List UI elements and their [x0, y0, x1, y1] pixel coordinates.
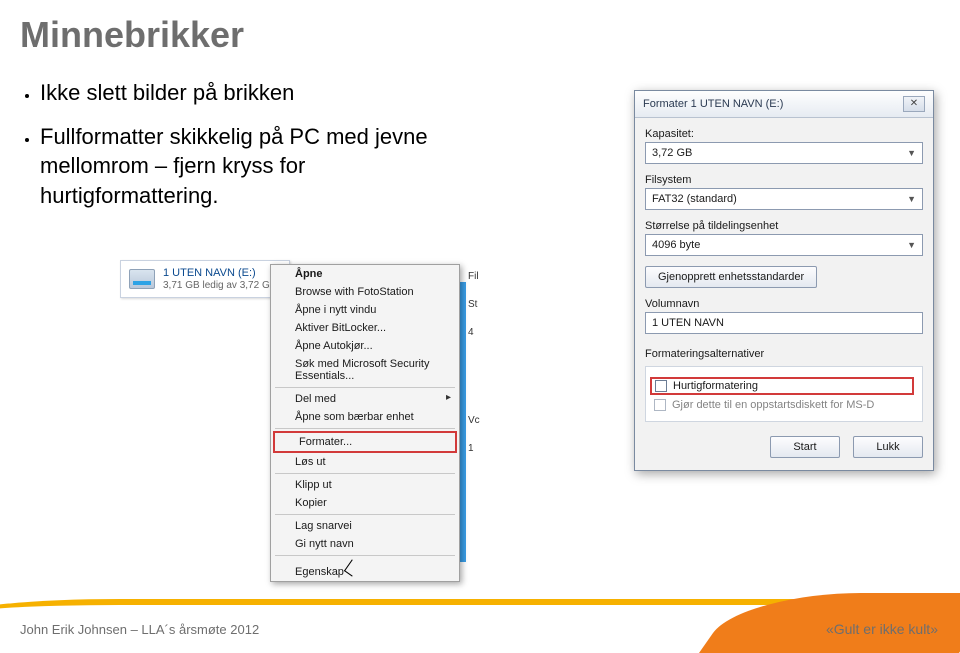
slide-title: Minnebrikker: [0, 0, 960, 56]
menu-copy[interactable]: Kopier: [271, 494, 459, 512]
volumename-value: 1 UTEN NAVN: [652, 317, 724, 329]
allocation-value: 4096 byte: [652, 239, 700, 251]
menu-autokjor[interactable]: Åpne Autokjør...: [271, 337, 459, 355]
trunc-text: St: [468, 291, 480, 319]
menu-browse-fotostation[interactable]: Browse with FotoStation: [271, 283, 459, 301]
bullet-item: Fullformatter skikkelig på PC med jevne …: [40, 122, 460, 211]
restore-defaults-button[interactable]: Gjenopprett enhetsstandarder: [645, 266, 817, 288]
menu-open-new-window[interactable]: Åpne i nytt vindu: [271, 301, 459, 319]
menu-share-with[interactable]: Del med: [271, 390, 459, 408]
capacity-combo[interactable]: 3,72 GB ▼: [645, 142, 923, 164]
footer-right-text: «Gult er ikke kult»: [826, 621, 938, 637]
menu-properties-label: Egenskap: [295, 566, 344, 578]
menu-separator: [275, 514, 455, 515]
format-options-label: Formateringsalternativer: [645, 348, 923, 360]
menu-open[interactable]: Åpne: [271, 265, 459, 283]
truncated-column: Fil St 4 Vc 1: [468, 263, 480, 463]
menu-separator: [275, 555, 455, 556]
bullet-item: Ikke slett bilder på brikken: [40, 78, 460, 108]
trunc-text: Vc: [468, 407, 480, 435]
menu-rename[interactable]: Gi nytt navn: [271, 535, 459, 553]
menu-create-shortcut[interactable]: Lag snarvei: [271, 517, 459, 535]
slide-footer: John Erik Johnsen – LLA´s årsmøte 2012 «…: [0, 593, 960, 643]
menu-cut[interactable]: Klipp ut: [271, 476, 459, 494]
drive-subtext: 3,71 GB ledig av 3,72 G: [163, 280, 270, 291]
menu-separator: [275, 387, 455, 388]
allocation-combo[interactable]: 4096 byte ▼: [645, 234, 923, 256]
menu-separator: [275, 428, 455, 429]
cursor-icon: [344, 559, 360, 576]
capacity-value: 3,72 GB: [652, 147, 692, 159]
drive-text: 1 UTEN NAVN (E:) 3,71 GB ledig av 3,72 G: [163, 267, 270, 291]
quickformat-label: Hurtigformatering: [673, 380, 758, 392]
filesystem-value: FAT32 (standard): [652, 193, 737, 205]
volumename-label: Volumnavn: [645, 298, 923, 310]
msdos-boot-label: Gjør dette til en oppstartsdiskett for M…: [672, 399, 874, 411]
dialog-title-text: Formater 1 UTEN NAVN (E:): [643, 98, 783, 110]
trunc-text: Fil: [468, 263, 480, 291]
menu-properties[interactable]: Egenskap: [271, 558, 459, 581]
menu-eject[interactable]: Løs ut: [271, 453, 459, 471]
dialog-button-row: Start Lukk: [635, 422, 933, 458]
menu-mse-scan[interactable]: Søk med Microsoft Security Essentials...: [271, 355, 459, 385]
quickformat-checkbox[interactable]: Hurtigformatering: [650, 377, 914, 395]
context-menu: Åpne Browse with FotoStation Åpne i nytt…: [270, 264, 460, 582]
filesystem-combo[interactable]: FAT32 (standard) ▼: [645, 188, 923, 210]
chevron-down-icon: ▼: [907, 240, 916, 250]
chevron-down-icon: ▼: [907, 148, 916, 158]
capacity-label: Kapasitet:: [645, 128, 923, 140]
drive-name: 1 UTEN NAVN (E:): [163, 267, 256, 279]
checkbox-icon: [654, 399, 666, 411]
allocation-label: Størrelse på tildelingsenhet: [645, 220, 923, 232]
dialog-titlebar: Formater 1 UTEN NAVN (E:) ✕: [635, 91, 933, 118]
drive-context-screenshot: 1 UTEN NAVN (E:) 3,71 GB ledig av 3,72 G…: [120, 260, 470, 580]
format-options-panel: Hurtigformatering Gjør dette til en opps…: [645, 366, 923, 422]
footer-left-text: John Erik Johnsen – LLA´s årsmøte 2012: [20, 622, 259, 637]
trunc-text: 4: [468, 319, 480, 347]
msdos-boot-checkbox: Gjør dette til en oppstartsdiskett for M…: [654, 399, 914, 411]
filesystem-label: Filsystem: [645, 174, 923, 186]
menu-format[interactable]: Formater...: [275, 433, 455, 451]
checkbox-icon: [655, 380, 667, 392]
dialog-close-button[interactable]: ✕: [903, 96, 925, 112]
close-button[interactable]: Lukk: [853, 436, 923, 458]
volumename-input[interactable]: 1 UTEN NAVN: [645, 312, 923, 334]
menu-separator: [275, 473, 455, 474]
format-dialog: Formater 1 UTEN NAVN (E:) ✕ Kapasitet: 3…: [634, 90, 934, 471]
drive-icon: [129, 269, 155, 289]
menu-open-portable[interactable]: Åpne som bærbar enhet: [271, 408, 459, 426]
start-button[interactable]: Start: [770, 436, 840, 458]
menu-bitlocker[interactable]: Aktiver BitLocker...: [271, 319, 459, 337]
chevron-down-icon: ▼: [907, 194, 916, 204]
drive-row[interactable]: 1 UTEN NAVN (E:) 3,71 GB ledig av 3,72 G: [120, 260, 290, 298]
trunc-text: 1: [468, 435, 480, 463]
